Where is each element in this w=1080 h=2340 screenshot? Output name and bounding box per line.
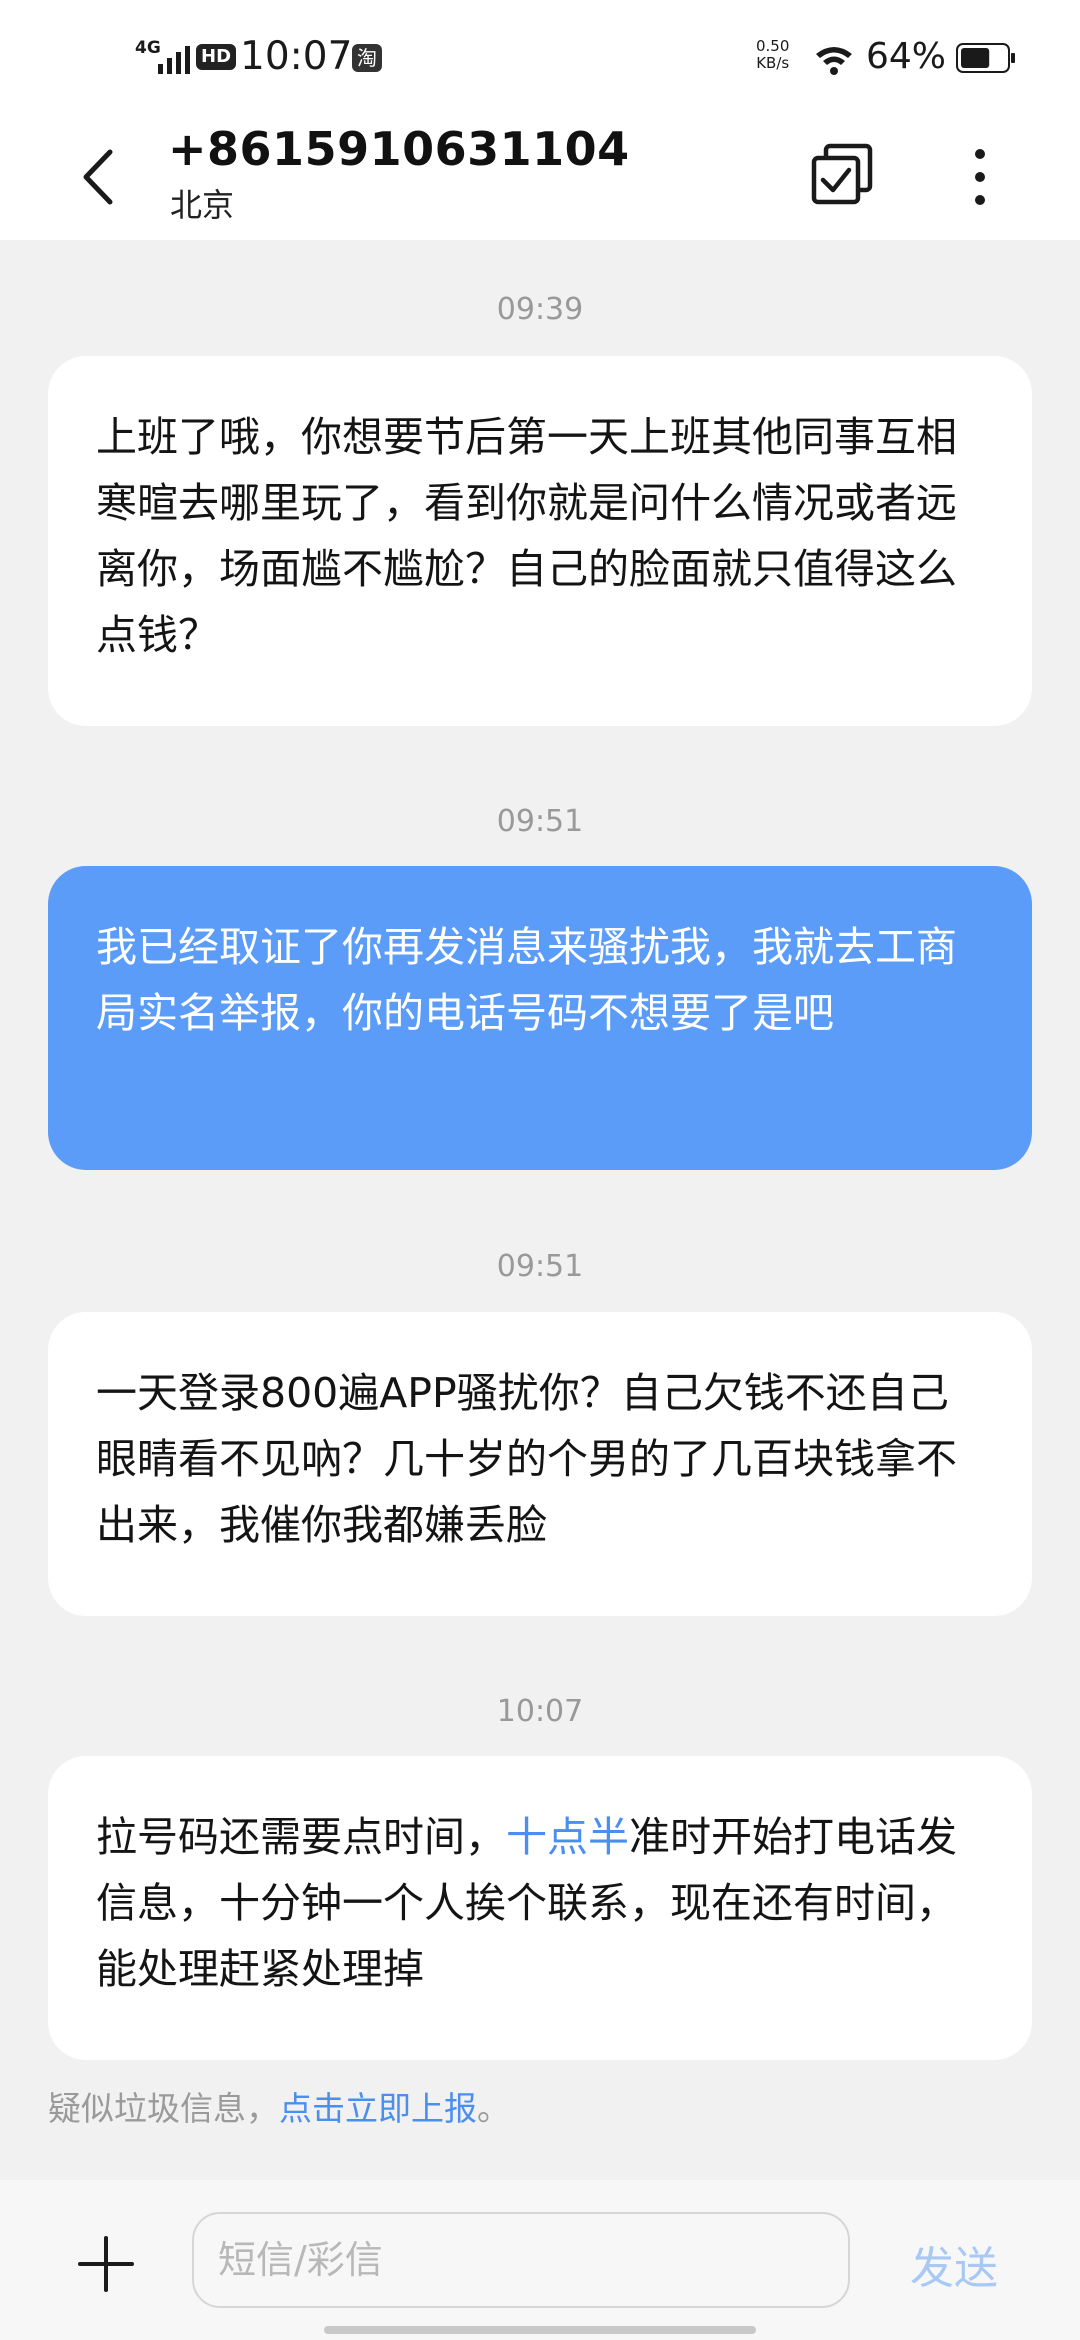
network-speed-value: 0.50 — [756, 37, 790, 55]
signal-icon — [158, 46, 190, 74]
message-timestamp: 09:51 — [496, 1249, 584, 1284]
network-speed: 0.50 KB/s — [756, 38, 789, 72]
wifi-icon — [816, 47, 852, 75]
time-highlight-link[interactable]: 十点半 — [506, 1813, 629, 1861]
plus-icon[interactable] — [78, 2236, 134, 2292]
battery-percent: 64% — [866, 36, 947, 77]
sms-conversation-screen: 4G HD 10:07 淘 0.50 KB/s 64% +86159106311… — [0, 0, 1080, 2340]
network-type: 4G — [135, 38, 161, 58]
message-timestamp: 09:51 — [496, 804, 584, 839]
taobao-notification-icon: 淘 — [352, 44, 382, 72]
message-timestamp: 09:39 — [496, 292, 584, 327]
network-speed-unit: KB/s — [756, 54, 790, 72]
spam-notice-suffix: 。 — [477, 2089, 510, 2128]
incoming-message-bubble[interactable]: 拉号码还需要点时间，十点半准时开始打电话发信息，十分钟一个人挨个联系，现在还有时… — [48, 1756, 1032, 2060]
message-timestamp: 10:07 — [496, 1694, 584, 1729]
contact-region: 北京 — [170, 186, 235, 224]
conversation-header: +8615910631104 北京 — [0, 110, 1080, 240]
sms-input[interactable] — [192, 2212, 850, 2308]
incoming-message-bubble[interactable]: 上班了哦，你想要节后第一天上班其他同事互相寒暄去哪里玩了，看到你就是问什么情况或… — [48, 356, 1032, 726]
outgoing-message-bubble[interactable]: 我已经取证了你再发消息来骚扰我，我就去工商局实名举报，你的电话号码不想要了是吧 — [48, 866, 1032, 1170]
message-composer: 发送 — [0, 2180, 1080, 2340]
report-spam-link[interactable]: 点击立即上报 — [279, 2089, 477, 2128]
message-text: 拉号码还需要点时间， — [96, 1813, 506, 1861]
more-options-icon[interactable] — [960, 142, 1000, 212]
contact-number: +8615910631104 — [168, 122, 630, 176]
battery-icon — [956, 43, 1015, 73]
status-bar: 4G HD 10:07 淘 0.50 KB/s 64% — [0, 0, 1080, 110]
status-time: 10:07 — [240, 34, 353, 79]
back-arrow-icon[interactable] — [70, 142, 130, 212]
incoming-message-bubble[interactable]: 一天登录800遍APP骚扰你？自己欠钱不还自己眼睛看不见吶？几十岁的个男的了几百… — [48, 1312, 1032, 1616]
send-button[interactable]: 发送 — [910, 2232, 998, 2296]
multi-select-icon[interactable] — [808, 140, 878, 210]
spam-notice-text: 疑似垃圾信息， — [48, 2089, 279, 2128]
home-indicator — [324, 2326, 756, 2334]
spam-notice: 疑似垃圾信息，点击立即上报。 — [48, 2082, 510, 2130]
hd-badge: HD — [196, 44, 237, 70]
